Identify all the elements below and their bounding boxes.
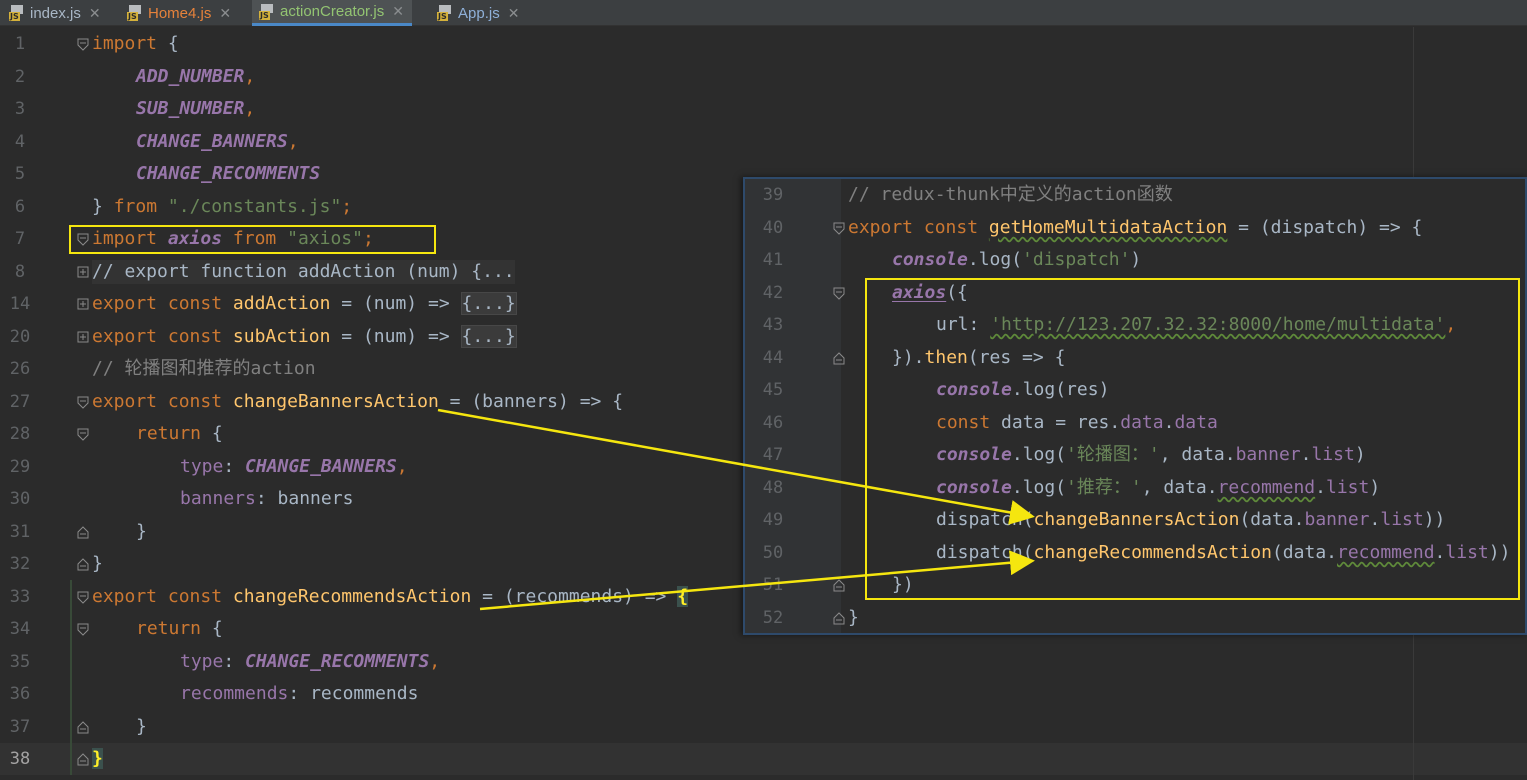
arrow-recommends	[479, 550, 1035, 611]
annotation-arrows	[437, 408, 1035, 611]
arrow-banners	[437, 408, 1035, 525]
